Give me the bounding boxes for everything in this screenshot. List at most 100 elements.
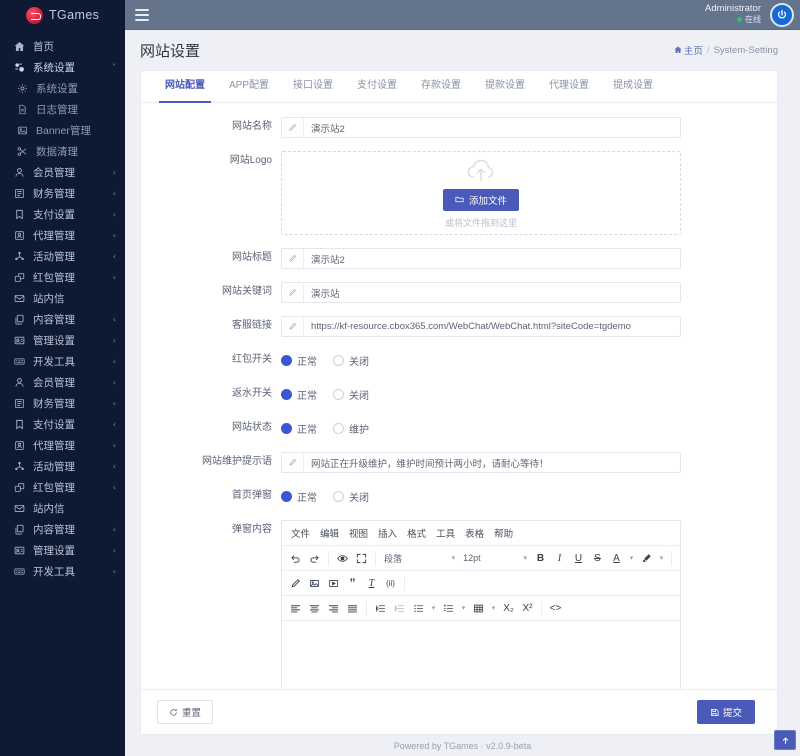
sidebar-item-25[interactable]: 开发工具 ‹ [0,561,125,582]
superscript-button[interactable]: X² [518,599,537,617]
underline-button[interactable]: U [569,549,588,567]
tab-3[interactable]: 支付设置 [345,71,409,102]
submit-button[interactable]: 提交 [696,700,755,724]
sidebar-item-13[interactable]: 内容管理 ‹ [0,309,125,330]
bold-button[interactable]: B [531,549,550,567]
tab-1[interactable]: APP配置 [217,71,281,102]
bullet-list-icon[interactable] [409,599,428,617]
tab-2[interactable]: 接口设置 [281,71,345,102]
editor-menu-0[interactable]: 文件 [286,524,315,542]
brand[interactable]: TGames [0,0,125,30]
redo-icon[interactable] [305,549,324,567]
font-size-select[interactable]: 12pt ▾ [459,549,531,567]
sidebar-item-18[interactable]: 支付设置 ‹ [0,414,125,435]
editor-content-area[interactable] [282,621,680,689]
fullscreen-icon[interactable] [352,549,371,567]
indent-icon[interactable] [390,599,409,617]
special-character-button[interactable]: (ii) [381,574,400,592]
sidebar-item-4[interactable]: Banner管理 [0,120,125,141]
editor-menu-4[interactable]: 格式 [402,524,431,542]
sidebar-item-14[interactable]: 管理设置 ‹ [0,330,125,351]
sidebar-item-8[interactable]: 支付设置 ‹ [0,204,125,225]
service-link-input[interactable] [304,317,680,336]
site-title-input[interactable] [304,249,680,268]
reset-button[interactable]: 重置 [157,700,214,724]
sidebar-item-16[interactable]: 会员管理 ‹ [0,372,125,393]
chevron-down-icon[interactable]: ▾ [488,599,499,617]
editor-menu-2[interactable]: 视图 [344,524,373,542]
site-title-input-wrap[interactable] [281,248,681,269]
media-play-icon[interactable] [324,574,343,592]
editor-menu-3[interactable]: 插入 [373,524,402,542]
sidebar-item-9[interactable]: 代理管理 ‹ [0,225,125,246]
align-justify-icon[interactable] [343,599,362,617]
site-keywords-input-wrap[interactable] [281,282,681,303]
add-file-button[interactable]: 添加文件 [442,188,519,211]
clear-format-icon[interactable]: T [362,574,381,592]
sidebar-item-7[interactable]: 财务管理 ‹ [0,183,125,204]
chevron-down-icon[interactable]: ▾ [428,599,439,617]
tab-0[interactable]: 网站配置 [153,71,217,103]
radio-option[interactable]: 关闭 [333,387,369,402]
sidebar-item-2[interactable]: 系统设置 [0,78,125,99]
italic-button[interactable]: I [550,549,569,567]
strikethrough-button[interactable]: S [588,549,607,567]
tab-6[interactable]: 代理设置 [537,71,601,102]
block-format-select[interactable]: 段落 ▾ [380,549,459,567]
sidebar-item-22[interactable]: 站内信 [0,498,125,519]
sidebar-item-11[interactable]: 红包管理 ‹ [0,267,125,288]
editor-menu-7[interactable]: 帮助 [489,524,518,542]
sidebar-item-1[interactable]: 系统设置 ˅ [0,57,125,78]
sidebar-item-15[interactable]: 开发工具 ‹ [0,351,125,372]
maintenance-tip-input[interactable] [304,453,680,472]
image-icon[interactable] [305,574,324,592]
sidebar-item-6[interactable]: 会员管理 ‹ [0,162,125,183]
site-keywords-input[interactable] [304,283,680,302]
chevron-down-icon[interactable]: ▾ [626,549,637,567]
sidebar-item-5[interactable]: 数据清理 [0,141,125,162]
editor-menu-6[interactable]: 表格 [460,524,489,542]
chevron-down-icon[interactable]: ▾ [656,549,667,567]
site-name-input-wrap[interactable] [281,117,681,138]
tab-4[interactable]: 存款设置 [409,71,473,102]
maintenance-tip-input-wrap[interactable] [281,452,681,473]
source-code-icon[interactable]: <> [546,599,565,617]
sidebar-item-24[interactable]: 管理设置 ‹ [0,540,125,561]
undo-icon[interactable] [286,549,305,567]
number-list-icon[interactable] [439,599,458,617]
align-center-icon[interactable] [305,599,324,617]
sidebar-item-20[interactable]: 活动管理 ‹ [0,456,125,477]
sidebar-item-23[interactable]: 内容管理 ‹ [0,519,125,540]
sidebar-item-12[interactable]: 站内信 [0,288,125,309]
radio-option[interactable]: 关闭 [333,489,369,504]
hamburger-icon[interactable] [135,8,149,21]
table-icon[interactable] [469,599,488,617]
align-left-icon[interactable] [286,599,305,617]
editor-menu-5[interactable]: 工具 [431,524,460,542]
tab-7[interactable]: 提成设置 [601,71,665,102]
sidebar-item-0[interactable]: 首页 [0,36,125,57]
tab-5[interactable]: 提款设置 [473,71,537,102]
site-name-input[interactable] [304,118,680,137]
radio-option[interactable]: 正常 [281,387,317,402]
chevron-down-icon[interactable]: ▾ [458,599,469,617]
sidebar-item-10[interactable]: 活动管理 ‹ [0,246,125,267]
sidebar-item-21[interactable]: 红包管理 ‹ [0,477,125,498]
align-right-icon[interactable] [324,599,343,617]
outdent-icon[interactable] [371,599,390,617]
radio-option[interactable]: 正常 [281,489,317,504]
service-link-input-wrap[interactable] [281,316,681,337]
power-icon[interactable] [770,2,794,27]
text-color-button[interactable]: A [607,549,626,567]
preview-eye-icon[interactable] [333,549,352,567]
highlight-pen-icon[interactable] [637,549,656,567]
logo-dropzone[interactable]: 添加文件 或将文件拖到这里 [281,151,681,235]
subscript-button[interactable]: X₂ [499,599,518,617]
breadcrumb-home[interactable]: 主页 [674,43,703,57]
sidebar-item-17[interactable]: 财务管理 ‹ [0,393,125,414]
blockquote-icon[interactable]: ” [343,574,362,592]
radio-option[interactable]: 正常 [281,421,317,436]
sidebar-item-3[interactable]: 日志管理 [0,99,125,120]
user-block[interactable]: Administrator 在线 [705,4,761,25]
radio-option[interactable]: 关闭 [333,353,369,368]
